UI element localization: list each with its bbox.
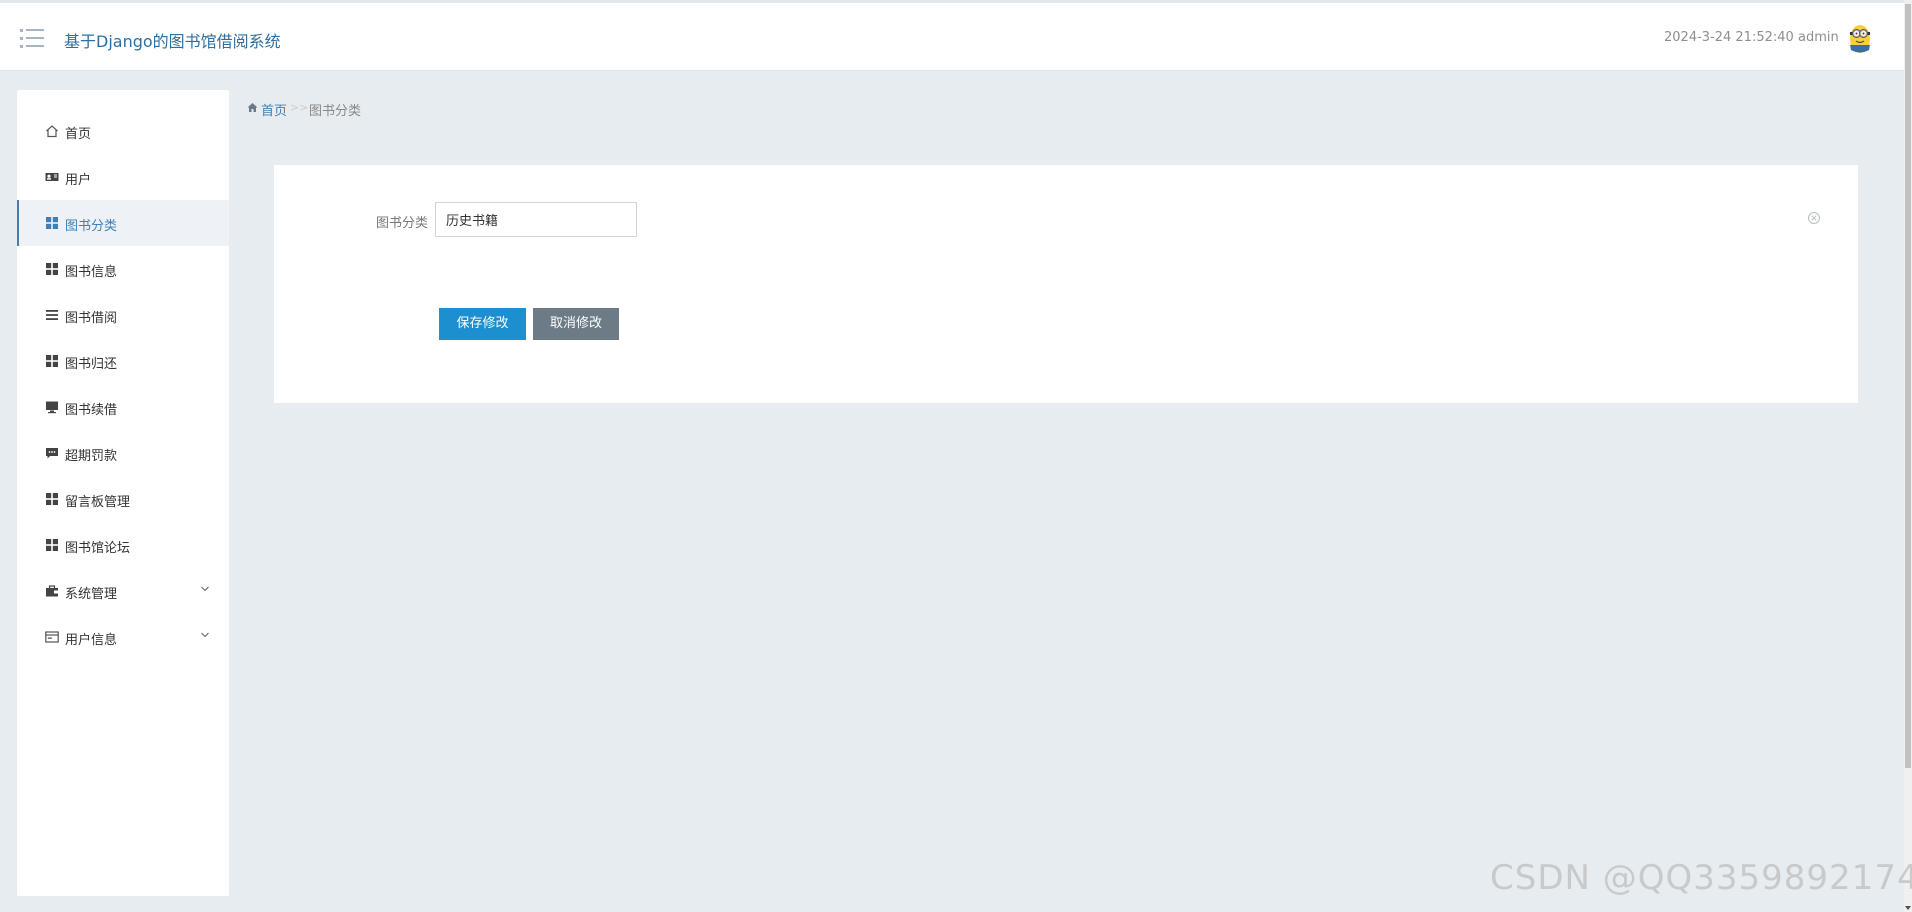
id-card-icon: [45, 631, 59, 643]
current-datetime: 2024-3-24 21:52:40: [1664, 30, 1794, 45]
sidebar-item-overdue-fine[interactable]: 超期罚款: [17, 430, 229, 476]
sidebar-item-label: 图书归还: [65, 357, 118, 372]
sidebar: 首页 用户 图书分类 图书信息 图书借阅 图书归还 图书续借 超期罚款 留言板管…: [17, 90, 229, 896]
top-header: 基于Django的图书馆借阅系统 2024-3-24 21:52:40 admi…: [0, 0, 1904, 71]
sidebar-item-book-return[interactable]: 图书归还: [17, 338, 229, 384]
chat-icon: [46, 448, 58, 459]
sidebar-item-book-category[interactable]: 图书分类: [17, 200, 229, 246]
home-icon: [247, 103, 258, 112]
list-icon: [46, 310, 58, 320]
cancel-button[interactable]: 取消修改: [533, 308, 619, 340]
username-label[interactable]: admin: [1798, 30, 1839, 45]
page-scrollbar[interactable]: [1904, 0, 1912, 912]
sidebar-item-home[interactable]: 首页: [17, 108, 229, 154]
hamburger-menu-icon[interactable]: [20, 29, 44, 49]
sidebar-item-system-management[interactable]: 系统管理: [17, 568, 229, 614]
sidebar-item-users[interactable]: 用户: [17, 154, 229, 200]
sidebar-item-label: 超期罚款: [65, 449, 118, 464]
save-button[interactable]: 保存修改: [439, 308, 526, 340]
sidebar-item-message-board[interactable]: 留言板管理: [17, 476, 229, 522]
close-circle-icon[interactable]: [1807, 211, 1821, 225]
grid-icon: [46, 263, 58, 275]
briefcase-icon: [46, 585, 58, 597]
grid-icon: [46, 217, 58, 229]
sidebar-item-label: 图书借阅: [65, 311, 118, 326]
sidebar-item-library-forum[interactable]: 图书馆论坛: [17, 522, 229, 568]
grid-icon: [46, 493, 58, 505]
sidebar-item-label: 图书信息: [65, 265, 118, 280]
book-category-input[interactable]: [435, 202, 637, 237]
user-card-icon: [45, 173, 59, 181]
csdn-watermark: CSDN @QQ3359892174: [1490, 858, 1912, 898]
sidebar-item-label: 首页: [65, 127, 92, 142]
sidebar-item-book-borrow[interactable]: 图书借阅: [17, 292, 229, 338]
minion-avatar-icon[interactable]: [1848, 23, 1872, 55]
sidebar-item-book-renew[interactable]: 图书续借: [17, 384, 229, 430]
sidebar-item-label: 系统管理: [65, 587, 118, 602]
grid-icon: [46, 539, 58, 551]
sidebar-item-book-info[interactable]: 图书信息: [17, 246, 229, 292]
breadcrumb-current: 图书分类: [309, 104, 362, 119]
sidebar-item-label: 图书续借: [65, 403, 118, 418]
breadcrumb-separator: >>: [290, 101, 309, 114]
sidebar-item-user-info[interactable]: 用户信息: [17, 614, 229, 660]
grid-icon: [46, 355, 58, 367]
sidebar-item-label: 留言板管理: [65, 495, 131, 510]
scroll-down-arrow-icon[interactable]: [1905, 906, 1911, 910]
edit-form-panel: 图书分类 保存修改 取消修改: [274, 165, 1858, 403]
home-icon: [46, 125, 58, 138]
sidebar-item-label: 图书分类: [65, 219, 118, 234]
breadcrumb-home-link[interactable]: 首页: [261, 100, 287, 119]
scrollbar-thumb[interactable]: [1905, 4, 1911, 768]
monitor-icon: [46, 401, 58, 414]
book-category-label: 图书分类: [376, 216, 429, 231]
sidebar-item-label: 用户: [65, 173, 92, 188]
sidebar-item-label: 用户信息: [65, 633, 118, 648]
app-title: 基于Django的图书馆借阅系统: [64, 32, 281, 51]
chevron-down-icon[interactable]: [200, 630, 210, 640]
sidebar-item-label: 图书馆论坛: [65, 541, 131, 556]
chevron-down-icon[interactable]: [200, 584, 210, 594]
